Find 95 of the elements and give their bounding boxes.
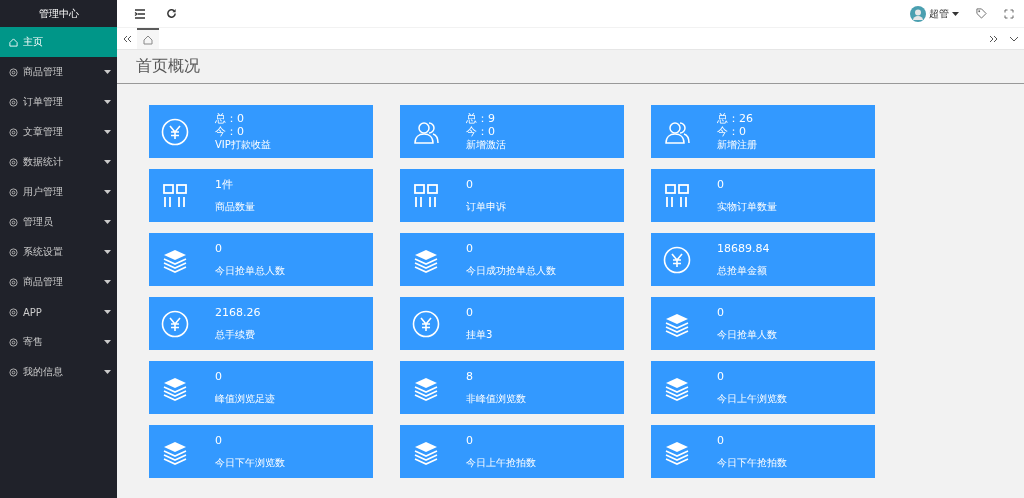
stat-label: 峰值浏览足迹 — [215, 392, 275, 405]
stat-label: 新增激活 — [466, 138, 506, 151]
tag-icon[interactable] — [976, 8, 987, 19]
gear-icon — [9, 367, 18, 377]
stat-value: 0 — [215, 370, 223, 384]
gear-icon — [9, 217, 18, 227]
stat-value: 0 — [466, 434, 474, 448]
avatar-icon[interactable] — [910, 5, 926, 22]
gear-icon — [9, 67, 18, 77]
total-value: 总：0 — [215, 112, 245, 125]
stat-value: 0 — [466, 242, 474, 256]
stat-label: 今日下午浏览数 — [215, 456, 285, 469]
home-icon — [143, 34, 153, 45]
user-menu[interactable]: 超管 — [929, 6, 949, 21]
home-icon — [9, 37, 18, 47]
gear-icon — [9, 277, 18, 287]
caret-icon — [104, 70, 111, 74]
gear-icon — [9, 97, 18, 107]
caret-icon — [104, 280, 111, 284]
yen-icon — [161, 309, 189, 338]
caret-icon — [104, 100, 111, 104]
page-title: 首页概况 — [136, 56, 200, 77]
stat-value: 8 — [466, 370, 474, 384]
stat-value: 0 — [215, 434, 223, 448]
caret-icon — [104, 160, 111, 164]
sidebar-item[interactable]: 系统设置 — [0, 237, 117, 267]
caret-icon — [104, 130, 111, 134]
today-value: 今：0 — [215, 125, 245, 138]
gear-icon — [9, 157, 18, 167]
caret-icon — [104, 310, 111, 314]
stat-label: 今日成功抢单总人数 — [466, 264, 556, 277]
stat-label: 新增注册 — [717, 138, 757, 151]
double-chevron-left-icon — [122, 34, 132, 43]
grid-icon — [663, 181, 691, 210]
sidebar-item[interactable]: 寄售 — [0, 327, 117, 357]
stat-value: 0 — [466, 178, 474, 192]
stat-label: 订单申诉 — [466, 200, 506, 213]
sidebar-title: 管理中心 — [37, 7, 80, 21]
stat-label: 今日上午浏览数 — [717, 392, 787, 405]
stat-value: 18689.84 — [717, 242, 770, 256]
stat-value: 0 — [717, 434, 725, 448]
sidebar-item[interactable]: 商品管理 — [0, 57, 117, 87]
stat-label: 非峰值浏览数 — [466, 392, 526, 405]
total-value: 总：26 — [717, 112, 754, 125]
today-value: 今：0 — [466, 125, 496, 138]
caret-icon — [104, 190, 111, 194]
sidebar-item[interactable]: 订单管理 — [0, 87, 117, 117]
sidebar-item[interactable]: 商品管理 — [0, 267, 117, 297]
sidebar-item[interactable]: 主页 — [0, 27, 117, 57]
stat-label: 实物订单数量 — [717, 200, 777, 213]
stat-label: 总手续费 — [215, 328, 256, 341]
stat-value: 2168.26 — [215, 306, 261, 320]
gear-icon — [9, 337, 18, 347]
yen-icon — [161, 117, 189, 146]
gear-icon — [9, 127, 18, 137]
stat-value: 0 — [717, 370, 725, 384]
caret-icon[interactable] — [952, 11, 959, 16]
sidebar-item[interactable]: 我的信息 — [0, 357, 117, 387]
sidebar-item[interactable]: 用户管理 — [0, 177, 117, 207]
stat-label: 今日抢单总人数 — [215, 264, 285, 277]
yen-icon — [412, 309, 440, 338]
stat-value: 0 — [215, 242, 223, 256]
stat-label: VIP打款收益 — [215, 138, 271, 151]
stat-label: 今日抢单人数 — [717, 328, 777, 341]
stat-label: 挂单3 — [466, 328, 493, 341]
stat-value: 1件 — [215, 178, 234, 192]
grid-icon — [161, 181, 189, 210]
home-tab[interactable] — [137, 28, 159, 49]
sidebar-item[interactable]: 数据统计 — [0, 147, 117, 177]
stat-label: 今日上午抢拍数 — [466, 456, 536, 469]
stat-value: 0 — [717, 178, 725, 192]
caret-icon — [104, 250, 111, 254]
sidebar-item[interactable]: 文章管理 — [0, 117, 117, 147]
chevron-down-icon — [1009, 35, 1019, 42]
gear-icon — [9, 187, 18, 197]
menu-icon[interactable] — [134, 8, 146, 19]
total-value: 总：9 — [466, 112, 496, 125]
caret-icon — [104, 220, 111, 224]
stat-value: 0 — [466, 306, 474, 320]
refresh-icon[interactable] — [166, 8, 177, 19]
stat-label: 总抢单金额 — [717, 264, 768, 277]
sidebar-item[interactable]: APP — [0, 297, 117, 327]
stat-value: 0 — [717, 306, 725, 320]
today-value: 今：0 — [717, 125, 747, 138]
stat-label: 今日下午抢拍数 — [717, 456, 787, 469]
gear-icon — [9, 307, 18, 317]
double-chevron-right-icon — [989, 34, 999, 43]
stat-label: 商品数量 — [215, 200, 255, 213]
fullscreen-icon[interactable] — [1004, 8, 1014, 19]
caret-icon — [104, 370, 111, 374]
caret-icon — [104, 340, 111, 344]
yen-icon — [663, 245, 691, 274]
sidebar-item[interactable]: 管理员 — [0, 207, 117, 237]
gear-icon — [9, 247, 18, 257]
grid-icon — [412, 181, 440, 210]
